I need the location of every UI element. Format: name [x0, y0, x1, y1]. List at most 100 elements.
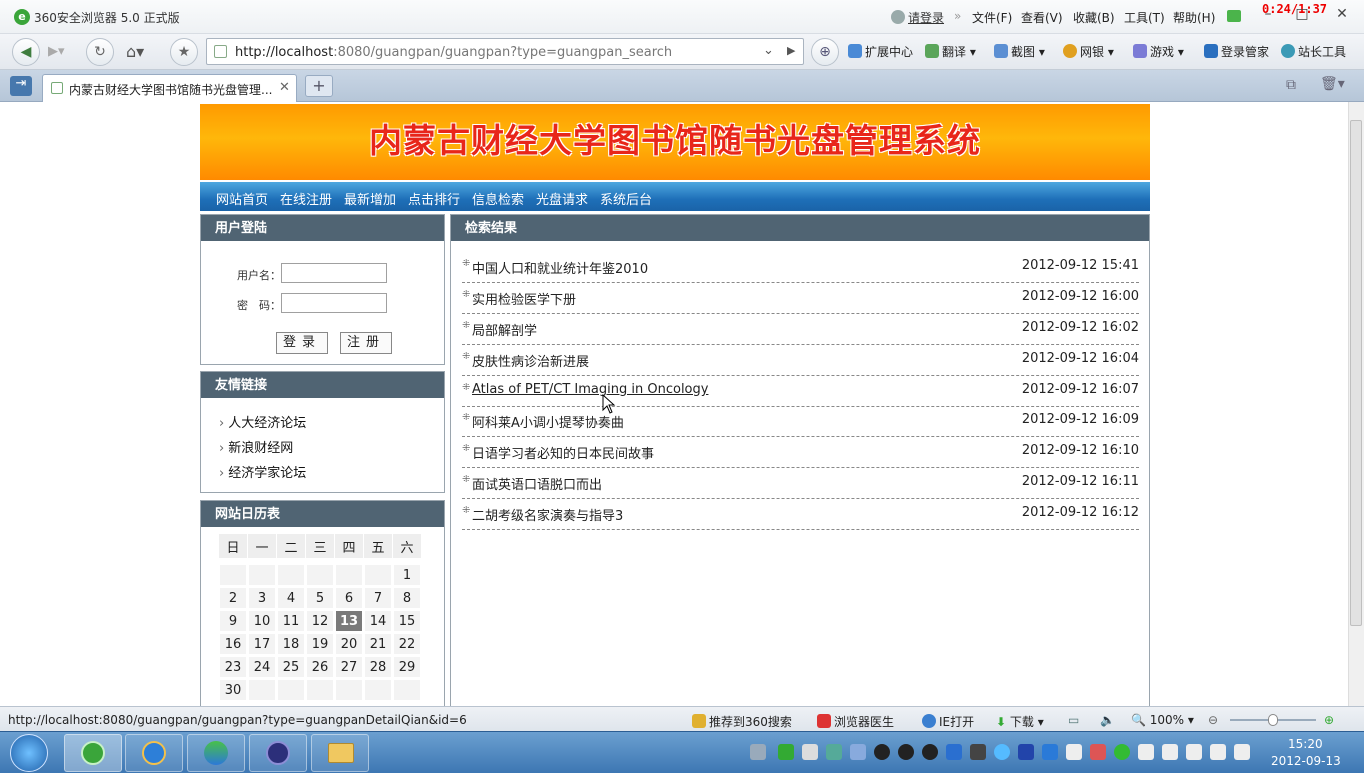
go-icon[interactable]: ▶: [787, 44, 795, 57]
link-item[interactable]: 经济学家论坛: [219, 462, 306, 481]
tool-games[interactable]: 游戏 ▾: [1133, 43, 1184, 60]
nav-register[interactable]: 在线注册: [280, 189, 332, 208]
taskbar-app[interactable]: [187, 734, 245, 772]
maximize-icon[interactable]: □: [1290, 6, 1314, 26]
password-input[interactable]: [281, 293, 387, 313]
tray-icon[interactable]: [1138, 744, 1154, 760]
nav-ranking[interactable]: 点击排行: [408, 189, 460, 208]
taskbar-ie[interactable]: [125, 734, 183, 772]
shield-icon[interactable]: ⊕: [811, 38, 839, 66]
address-dropdown-icon[interactable]: ⌄: [763, 43, 774, 58]
tray-keyboard-icon[interactable]: [750, 744, 766, 760]
tray-icon[interactable]: [1186, 744, 1202, 760]
zoom-in-icon[interactable]: ⊕: [1324, 713, 1334, 727]
volume-icon[interactable]: [1234, 744, 1250, 760]
nav-home[interactable]: 网站首页: [216, 189, 268, 208]
nav-disc-request[interactable]: 光盘请求: [536, 189, 588, 208]
result-title[interactable]: 皮肤性病诊治新进展: [472, 351, 589, 370]
result-date: 2012-09-12 16:00: [1021, 289, 1139, 304]
restore-tabs-icon[interactable]: ⧉: [1286, 77, 1296, 93]
recommend-360[interactable]: 推荐到360搜索: [692, 713, 792, 730]
result-title[interactable]: 实用检验医学下册: [472, 289, 576, 308]
flag-icon[interactable]: [1162, 744, 1178, 760]
back-icon[interactable]: ◀: [12, 38, 40, 66]
login-link[interactable]: 请登录: [908, 9, 944, 26]
tray-icon[interactable]: [1018, 744, 1034, 760]
tab-active[interactable]: 内蒙古财经大学图书馆随书光盘管理... ✕: [42, 74, 297, 102]
taskbar-eclipse[interactable]: [249, 734, 307, 772]
tray-icon[interactable]: [1066, 744, 1082, 760]
nav-newest[interactable]: 最新增加: [344, 189, 396, 208]
result-title[interactable]: 二胡考级名家演奏与指导3: [472, 505, 623, 524]
network-icon[interactable]: [1210, 744, 1226, 760]
favorite-star-icon[interactable]: ★: [170, 38, 198, 66]
menu-favorites[interactable]: 收藏(B): [1073, 9, 1115, 26]
forward-icon[interactable]: ▶▾: [48, 44, 65, 59]
qq-icon[interactable]: [874, 744, 890, 760]
result-title[interactable]: 局部解剖学: [472, 320, 537, 339]
tool-webmaster[interactable]: 站长工具: [1281, 43, 1346, 60]
refresh-icon[interactable]: ↻: [86, 38, 114, 66]
tray-icon[interactable]: [1114, 744, 1130, 760]
nav-admin[interactable]: 系统后台: [600, 189, 652, 208]
result-title[interactable]: 面试英语口语脱口而出: [472, 474, 602, 493]
ie-open[interactable]: IE打开: [922, 713, 974, 730]
qq-icon[interactable]: [898, 744, 914, 760]
tab-close-icon[interactable]: ✕: [279, 80, 290, 95]
tray-icon[interactable]: [946, 744, 962, 760]
bullet-icon: ⁜: [462, 382, 471, 393]
link-item[interactable]: 新浪财经网: [219, 437, 293, 456]
nav-search[interactable]: 信息检索: [472, 189, 524, 208]
taskbar-360-browser[interactable]: [64, 734, 122, 772]
zoom-out-icon[interactable]: ⊖: [1208, 713, 1218, 727]
clock-date[interactable]: 2012-09-13: [1271, 754, 1341, 768]
address-bar[interactable]: http://localhost:8080/guangpan/guangpan?…: [206, 38, 804, 65]
tray-icon[interactable]: [778, 744, 794, 760]
browser-doctor[interactable]: 浏览器医生: [817, 713, 894, 730]
download[interactable]: ⬇ 下载 ▾: [996, 713, 1044, 730]
tray-icon[interactable]: [994, 744, 1010, 760]
sidebar-toggle-icon[interactable]: ⇥: [10, 76, 32, 96]
start-button[interactable]: [10, 734, 48, 772]
calendar-day: [306, 564, 334, 586]
taskbar-explorer[interactable]: [311, 734, 369, 772]
menu-tools[interactable]: 工具(T): [1124, 9, 1165, 26]
menu-help[interactable]: 帮助(H): [1173, 9, 1215, 26]
zoom-slider-handle[interactable]: [1268, 714, 1278, 726]
scrollbar-thumb[interactable]: [1350, 120, 1362, 626]
skin-icon[interactable]: [1227, 10, 1241, 22]
menu-file[interactable]: 文件(F): [972, 9, 1012, 26]
result-title[interactable]: 中国人口和就业统计年鉴2010: [472, 258, 648, 277]
window-icon[interactable]: ▭: [1068, 713, 1079, 727]
link-item[interactable]: 人大经济论坛: [219, 412, 306, 431]
tray-icon[interactable]: [970, 744, 986, 760]
address-url[interactable]: http://localhost:8080/guangpan/guangpan?…: [235, 45, 672, 60]
speaker-icon[interactable]: 🔈: [1100, 713, 1115, 727]
minimize-icon[interactable]: –: [1256, 6, 1280, 26]
result-title-hovered[interactable]: Atlas of PET/CT Imaging in Oncology: [472, 382, 708, 397]
login-button[interactable]: 登录: [276, 332, 328, 354]
result-title[interactable]: 阿科莱A小调小提琴协奏曲: [472, 412, 624, 431]
zoom-level[interactable]: 🔍 100% ▾: [1131, 713, 1194, 727]
register-button[interactable]: 注册: [340, 332, 392, 354]
tool-translate[interactable]: 翻译 ▾: [925, 43, 976, 60]
tool-login-manager[interactable]: 登录管家: [1204, 43, 1269, 60]
tray-icon[interactable]: [802, 744, 818, 760]
username-input[interactable]: [281, 263, 387, 283]
result-title[interactable]: 日语学习者必知的日本民间故事: [472, 443, 654, 462]
clock-time[interactable]: 15:20: [1288, 737, 1323, 751]
new-tab-icon[interactable]: +: [305, 75, 333, 97]
tool-banking[interactable]: 网银 ▾: [1063, 43, 1114, 60]
calendar-day: [248, 679, 276, 701]
tool-screenshot[interactable]: 截图 ▾: [994, 43, 1045, 60]
trash-icon[interactable]: 🗑▾: [1320, 76, 1345, 92]
tray-icon[interactable]: [1090, 744, 1106, 760]
menu-view[interactable]: 查看(V): [1021, 9, 1063, 26]
close-window-icon[interactable]: ✕: [1330, 6, 1354, 26]
tray-icon[interactable]: [850, 744, 866, 760]
home-icon[interactable]: ⌂▾: [126, 42, 144, 61]
tray-icon[interactable]: [826, 744, 842, 760]
tool-extensions[interactable]: 扩展中心: [848, 43, 913, 60]
qq-icon[interactable]: [922, 744, 938, 760]
shield-tray-icon[interactable]: [1042, 744, 1058, 760]
